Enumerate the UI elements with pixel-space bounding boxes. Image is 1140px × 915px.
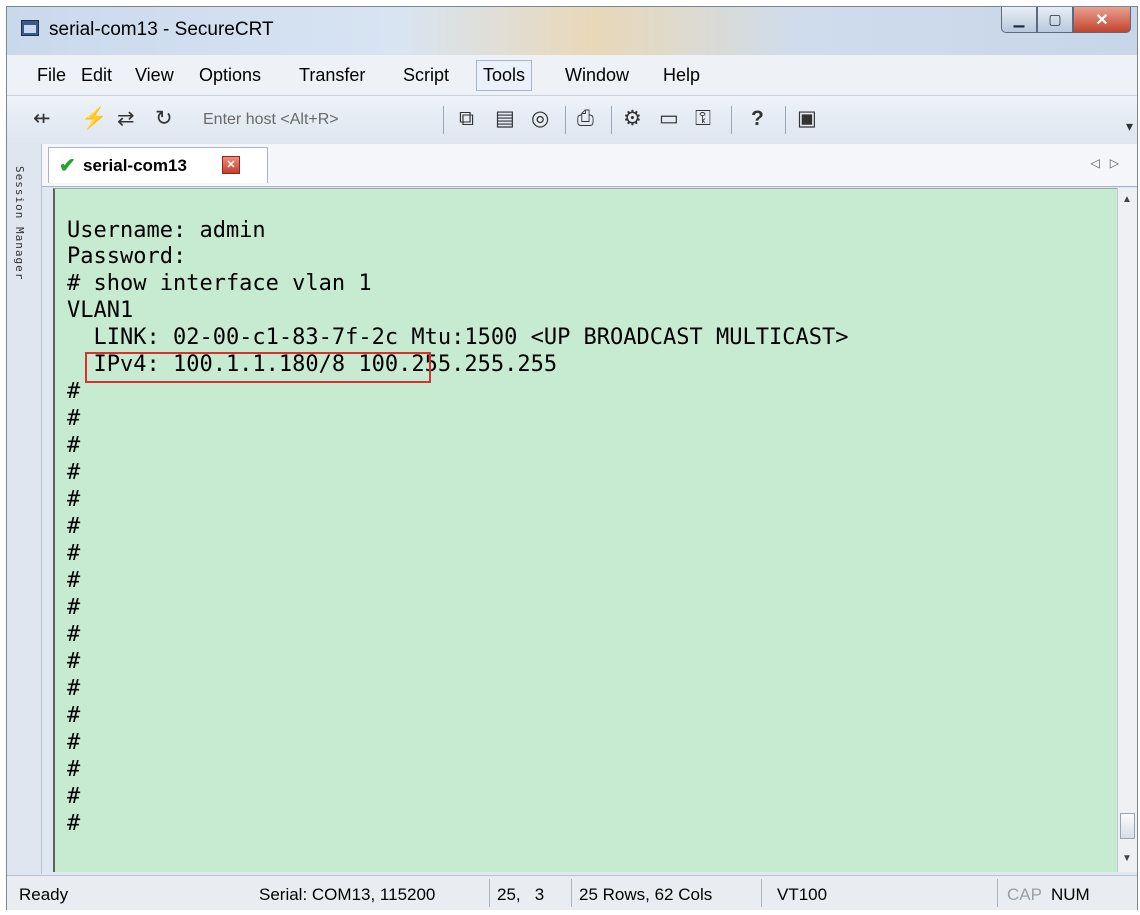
menu-tools[interactable]: Tools bbox=[476, 60, 533, 91]
enter-host-field[interactable]: Enter host <Alt+R> bbox=[203, 111, 339, 129]
terminal-screen[interactable]: Username: admin Password: # show interfa… bbox=[53, 188, 1117, 872]
terminal-prompt: # bbox=[67, 730, 81, 755]
terminal-prompt: # bbox=[67, 541, 81, 566]
menu-window[interactable]: Window bbox=[565, 65, 629, 86]
help-icon[interactable]: ? bbox=[751, 108, 764, 130]
connected-check-icon: ✔ bbox=[59, 155, 76, 177]
find-icon[interactable]: ◎ bbox=[531, 108, 549, 130]
toolbar: ⇷ ⚡ ⇄ ↻ Enter host <Alt+R> ⧉ ▤ ◎ ⎙ ⚙ ▭ ⚿… bbox=[7, 96, 1137, 145]
maximize-icon: ▢ bbox=[1048, 11, 1062, 27]
status-emulation: VT100 bbox=[777, 885, 828, 904]
status-cursor-position: 25, 3 bbox=[497, 885, 545, 904]
minimize-icon: ▁ bbox=[1013, 11, 1025, 27]
toolbar-separator bbox=[785, 106, 786, 134]
terminal-prompt: # bbox=[67, 487, 81, 512]
minimize-button[interactable]: ▁ bbox=[1001, 7, 1037, 33]
terminal-prompt: # bbox=[67, 703, 81, 728]
reconnect-icon[interactable]: ↻ bbox=[155, 108, 173, 130]
toolbar-separator bbox=[731, 106, 732, 134]
status-bar: Ready Serial: COM13, 115200 25, 3 25 Row… bbox=[7, 875, 1137, 910]
menu-file[interactable]: File bbox=[37, 65, 66, 86]
status-num-lock: NUM bbox=[1051, 885, 1090, 904]
terminal-line: Password: bbox=[67, 244, 187, 269]
terminal-prompt: # bbox=[67, 757, 81, 782]
window-controls: ▁ ▢ ✕ bbox=[1001, 7, 1131, 33]
terminal-prompt: # bbox=[67, 406, 81, 431]
window-title: serial-com13 - SecureCRT bbox=[49, 19, 274, 40]
sftp-key-icon[interactable]: ⚿ bbox=[695, 108, 711, 130]
terminal-prompt: # bbox=[67, 595, 81, 620]
scroll-down-icon[interactable]: ▼ bbox=[1122, 853, 1132, 864]
session-manager-label: Session Manager bbox=[13, 166, 26, 281]
status-ready: Ready bbox=[19, 885, 69, 904]
terminal-prompt: # bbox=[67, 784, 81, 809]
terminal-prompt: # bbox=[67, 379, 81, 404]
terminal-prompt: # bbox=[67, 514, 81, 539]
key-map-icon[interactable]: ▭ bbox=[659, 108, 679, 130]
terminal-prompt: # bbox=[67, 568, 81, 593]
terminal-line: Username: admin bbox=[67, 218, 266, 243]
menu-edit[interactable]: Edit bbox=[81, 65, 112, 86]
print-icon[interactable]: ⎙ bbox=[577, 108, 594, 130]
terminal-prompt: # bbox=[67, 676, 81, 701]
terminal-prompt: # bbox=[67, 811, 81, 836]
ipv4-highlight-box bbox=[85, 352, 431, 383]
scroll-up-icon[interactable]: ▲ bbox=[1122, 194, 1132, 205]
menu-transfer[interactable]: Transfer bbox=[299, 65, 365, 86]
securecrt-window: serial-com13 - SecureCRT ▁ ▢ ✕ File Edit… bbox=[6, 6, 1138, 910]
terminal-prompt: # bbox=[67, 622, 81, 647]
terminal-line: LINK: 02-00-c1-83-7f-2c Mtu:1500 <UP BRO… bbox=[67, 325, 849, 350]
close-icon: ✕ bbox=[1095, 11, 1109, 29]
status-terminal-size: 25 Rows, 62 Cols bbox=[579, 885, 713, 904]
menu-view[interactable]: View bbox=[135, 65, 174, 86]
terminal-line: # show interface vlan 1 bbox=[67, 271, 372, 296]
status-cap-lock: CAP bbox=[1007, 885, 1042, 904]
status-separator bbox=[571, 879, 572, 907]
session-tab-bar: ✔ serial-com13 ✕ ◁▷ bbox=[42, 144, 1137, 187]
tab-close-icon[interactable]: ✕ bbox=[222, 156, 240, 174]
status-serial: Serial: COM13, 115200 bbox=[259, 885, 436, 904]
terminal-prompt: # bbox=[67, 460, 81, 485]
session-manager-strip[interactable]: Session Manager bbox=[7, 144, 42, 874]
title-bar[interactable]: serial-com13 - SecureCRT ▁ ▢ ✕ bbox=[7, 7, 1137, 55]
menu-help[interactable]: Help bbox=[663, 65, 700, 86]
status-separator bbox=[997, 879, 998, 907]
menu-options[interactable]: Options bbox=[199, 65, 261, 86]
toolbar-separator bbox=[565, 106, 566, 134]
close-button[interactable]: ✕ bbox=[1073, 7, 1131, 33]
status-separator bbox=[489, 879, 490, 907]
terminal-prompt: # bbox=[67, 649, 81, 674]
toolbar-separator bbox=[443, 106, 444, 134]
toolbar-separator bbox=[611, 106, 612, 134]
about-icon[interactable]: ▣ bbox=[797, 108, 817, 130]
menu-script[interactable]: Script bbox=[403, 65, 449, 86]
paste-icon[interactable]: ▤ bbox=[495, 108, 515, 130]
copy-icon[interactable]: ⧉ bbox=[459, 108, 474, 130]
settings-icon[interactable]: ⚙ bbox=[623, 108, 642, 130]
toolbar-overflow-icon[interactable]: ▾ bbox=[1126, 118, 1133, 135]
tab-serial-com13[interactable]: ✔ serial-com13 ✕ bbox=[48, 147, 268, 183]
status-separator bbox=[761, 879, 762, 907]
tab-label: serial-com13 bbox=[83, 156, 187, 175]
terminal-prompt: # bbox=[67, 433, 81, 458]
terminal-line: VLAN1 bbox=[67, 298, 134, 323]
menu-bar: File Edit View Options Transfer Script T… bbox=[7, 55, 1137, 96]
quick-connect-icon[interactable]: ⚡ bbox=[81, 108, 107, 130]
vertical-scrollbar[interactable]: ▲ ▼ bbox=[1117, 188, 1137, 872]
connect-icon[interactable]: ⇷ bbox=[33, 108, 51, 130]
scroll-thumb[interactable] bbox=[1120, 813, 1135, 839]
securecrt-app-icon[interactable] bbox=[21, 20, 39, 36]
tab-scroll-arrows-icon[interactable]: ◁▷ bbox=[1091, 156, 1129, 170]
connect-tab-icon[interactable]: ⇄ bbox=[117, 108, 135, 130]
maximize-button[interactable]: ▢ bbox=[1037, 7, 1073, 33]
